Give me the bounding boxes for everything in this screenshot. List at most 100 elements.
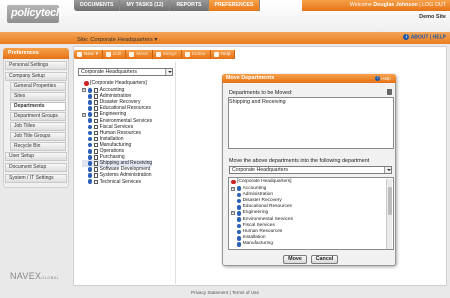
sidebar-item-document-setup[interactable]: Document Setup [5,163,67,172]
edit-button[interactable]: Edit [103,50,127,59]
department-node-icon [87,136,93,142]
department-node-icon [87,142,93,148]
toolbar: New ▾ Edit Move Merge Delete Help [74,50,244,59]
department-checkbox[interactable] [93,149,99,154]
target-item-label: Manufacturing [242,241,273,247]
nav-reports[interactable]: REPORTS [170,0,209,11]
sidebar-item-user-setup[interactable]: User Setup [5,152,67,161]
nav-my-tasks[interactable]: MY TASKS (12) [120,0,171,11]
sidebar-item-departments[interactable]: Departments [10,102,66,111]
sidebar-item-job-titles[interactable]: Job Titles [10,122,66,131]
expand-toggle-icon[interactable]: + [231,211,235,216]
edit-icon [106,52,112,57]
separator: | [419,2,421,8]
merge-button[interactable]: Merge [153,50,182,59]
department-checkbox[interactable] [93,112,99,117]
target-tree-root[interactable]: [Corporate Headquarters] [231,179,292,185]
scrollbar-thumb[interactable] [387,187,392,215]
target-tree-item[interactable]: Manufacturing [231,241,273,247]
navex-brand: NAVEX [10,271,42,281]
move-confirm-button[interactable]: Move [283,255,307,264]
nav-preferences[interactable]: PREFERENCES [208,0,261,11]
department-checkbox[interactable] [93,155,99,160]
user-name: Douglas Johnson [373,2,418,8]
department-node-icon [87,106,93,111]
navex-logo: NAVEXGLOBAL [10,271,59,281]
chevron-down-icon [165,69,172,75]
department-node-icon [236,217,242,222]
department-node-icon [87,148,93,154]
nav-documents[interactable]: DOCUMENTS [74,0,121,11]
dialog-help-link[interactable]: ? Help [375,76,391,82]
sidebar-item-department-groups[interactable]: Department Groups [10,112,66,121]
delete-icon [184,52,190,57]
department-node-icon [87,155,93,160]
department-checkbox[interactable] [93,173,99,178]
expand-toggle-icon[interactable]: + [82,112,86,117]
department-checkbox[interactable] [93,130,99,136]
site-label: Site: Corporate Headquarters [77,37,153,43]
department-checkbox[interactable] [93,118,99,123]
tree-site-select[interactable]: Corporate Headquarters [78,68,173,76]
merge-label: Merge [163,52,177,57]
department-checkbox[interactable] [93,106,99,111]
dialog-help-label: Help [381,76,391,81]
department-checkbox[interactable] [93,124,99,130]
target-tree-scrollbar[interactable] [386,179,392,249]
edit-label: Edit [113,52,122,57]
sidebar-item-system-it-settings[interactable]: System / IT Settings [5,174,67,183]
department-checkbox[interactable] [93,167,99,172]
department-node-icon [236,211,242,216]
sidebar-item-recycle-bin[interactable]: Recycle Bin [10,142,66,151]
info-icon: i [403,34,410,40]
cancel-button[interactable]: Cancel [311,255,338,264]
terms-link[interactable]: Terms of Use [232,290,259,295]
sidebar-item-personal-settings[interactable]: Personal Settings [5,61,67,70]
department-checkbox[interactable] [93,88,99,93]
department-checkbox[interactable] [93,136,99,142]
delete-button[interactable]: Delete [181,50,211,59]
logo-text: policytech [11,7,63,19]
privacy-link[interactable]: Privacy Statement [191,290,228,295]
welcome-prefix: Welcome [349,2,372,8]
footer: Privacy Statement | Terms of Use [0,288,450,298]
department-checkbox[interactable] [93,100,99,105]
target-department-select[interactable]: Corporate Headquarters [229,166,392,174]
delete-label: Delete [191,52,206,57]
help-icon [213,52,219,57]
tree-item[interactable]: Technical Services [82,179,141,186]
dialog-title: Move Departments [222,74,396,83]
tree-site-select-value: Corporate Headquarters [81,69,137,75]
sidebar-item-sites[interactable]: Sites [10,92,66,101]
new-button[interactable]: New ▾ [74,50,104,59]
department-checkbox[interactable] [93,142,99,148]
target-select-value: Corporate Headquarters [232,167,288,173]
moved-item[interactable]: Shipping and Receiving [229,99,286,105]
footer-separator: | [229,290,231,295]
sidebar-item-company-setup[interactable]: Company Setup [5,72,67,81]
department-checkbox[interactable] [93,161,99,166]
site-selector[interactable]: Site: Corporate Headquarters ▾ [77,37,157,43]
target-label: Move the above departments into the foll… [229,158,370,164]
logout-link[interactable]: LOG OUT [422,2,446,8]
help-link[interactable]: HELP [433,34,446,40]
help-label: Help [220,52,231,57]
tree-root[interactable]: [Corporate Headquarters] [84,80,147,87]
department-checkbox[interactable] [93,94,99,99]
department-checkbox[interactable] [93,179,99,184]
root-node-icon [84,80,89,86]
trash-icon[interactable] [387,89,392,95]
department-node-icon [87,130,93,136]
sidebar-item-general-properties[interactable]: General Properties [10,82,66,91]
department-node-icon [87,124,93,130]
move-button[interactable]: Move [126,50,154,59]
expand-toggle-icon[interactable]: + [231,186,235,191]
department-node-icon [236,198,242,204]
sidebar-item-job-title-groups[interactable]: Job Title Groups [10,132,66,141]
department-node-icon [87,179,93,185]
chevron-down-icon: ▾ [95,52,99,57]
expand-toggle-icon[interactable]: + [82,88,86,93]
department-node-icon [87,112,93,117]
about-link[interactable]: ABOUT [411,34,429,40]
help-button[interactable]: Help [210,50,236,59]
